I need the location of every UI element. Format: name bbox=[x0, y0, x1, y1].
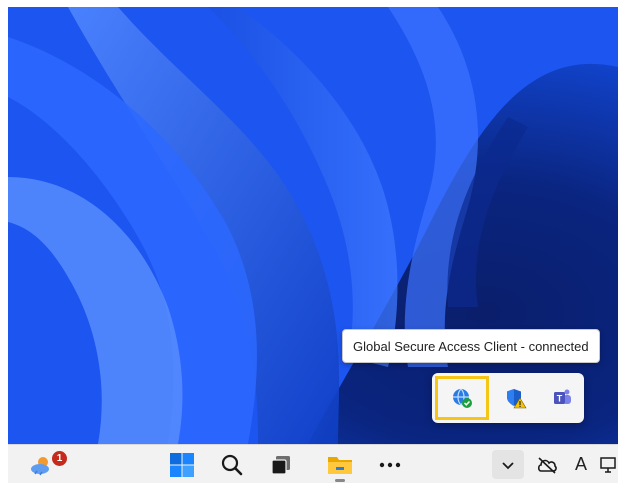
cloud-offline-icon bbox=[537, 456, 557, 474]
desktop-screen: Global Secure Access Client - connected bbox=[8, 7, 618, 483]
show-hidden-icons-button[interactable] bbox=[492, 445, 524, 483]
windows-logo-icon bbox=[170, 452, 194, 477]
file-explorer-button[interactable] bbox=[322, 445, 358, 483]
global-secure-access-tray-item[interactable] bbox=[435, 376, 489, 420]
task-view-button[interactable] bbox=[263, 445, 299, 483]
monitor-icon bbox=[600, 456, 616, 473]
search-icon bbox=[221, 454, 243, 475]
defender-tray-item[interactable] bbox=[496, 378, 536, 418]
display-tray-button[interactable] bbox=[598, 445, 618, 483]
weather-widget[interactable]: 1 bbox=[22, 445, 67, 483]
taskbar: 1 A bbox=[8, 444, 618, 483]
search-button[interactable] bbox=[214, 445, 250, 483]
input-method-button[interactable]: A bbox=[568, 445, 594, 483]
more-apps-button[interactable] bbox=[372, 445, 408, 483]
ime-label: A bbox=[574, 454, 587, 474]
notification-badge: 1 bbox=[52, 451, 67, 466]
running-indicator bbox=[335, 479, 345, 482]
tooltip-text: Global Secure Access Client - connected bbox=[353, 338, 589, 354]
global-secure-access-icon bbox=[453, 388, 472, 408]
task-view-icon bbox=[271, 455, 290, 475]
svg-text:T: T bbox=[557, 394, 563, 404]
teams-tray-item[interactable]: T bbox=[542, 378, 582, 418]
system-tray-overflow-flyout: T bbox=[432, 373, 584, 423]
gsa-status-tooltip: Global Secure Access Client - connected bbox=[342, 329, 600, 363]
onedrive-tray-button[interactable] bbox=[532, 445, 562, 483]
teams-icon: T bbox=[554, 389, 571, 404]
folder-icon bbox=[328, 456, 352, 474]
chevron-up-icon bbox=[502, 461, 514, 469]
start-button[interactable] bbox=[164, 445, 200, 483]
more-icon bbox=[379, 462, 401, 467]
defender-warning-icon bbox=[507, 389, 527, 409]
